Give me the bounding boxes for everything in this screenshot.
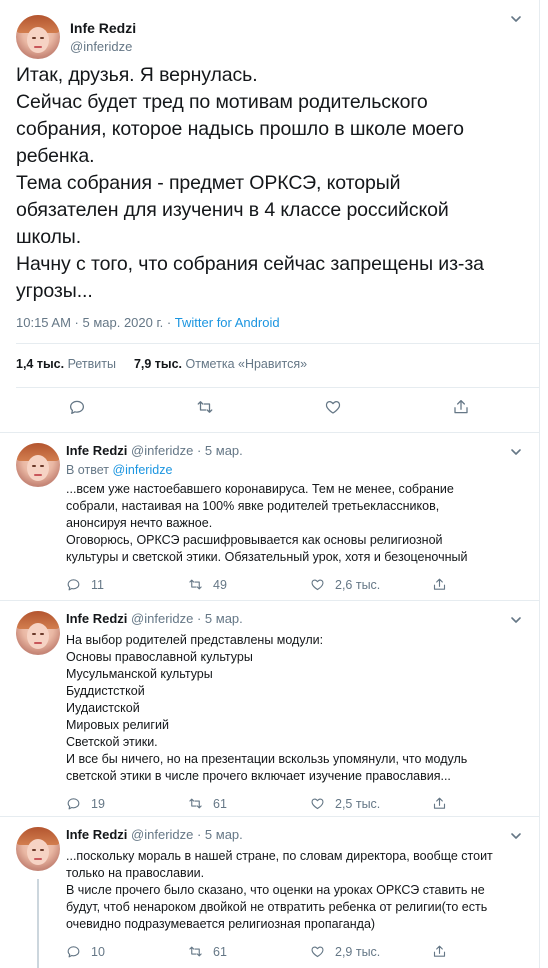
- main-tweet-actions: [68, 398, 470, 416]
- reply-action[interactable]: 19: [66, 796, 188, 811]
- share-action[interactable]: [432, 796, 457, 811]
- chevron-down-icon[interactable]: [509, 12, 523, 26]
- reply-count: 19: [91, 796, 105, 811]
- like-count: 2,6 тыс.: [335, 577, 381, 592]
- reply-icon[interactable]: [66, 577, 81, 592]
- reply-count: 10: [91, 944, 105, 959]
- share-icon[interactable]: [432, 796, 447, 811]
- avatar[interactable]: [16, 827, 60, 871]
- reply-icon[interactable]: [66, 796, 81, 811]
- tweet-line: Тема собрания - предмет ОРКСЭ, который: [16, 172, 401, 194]
- retweet-icon[interactable]: [188, 796, 203, 811]
- author-name[interactable]: Infe Redzi: [66, 443, 127, 458]
- tweet-source[interactable]: Twitter for Android: [175, 315, 280, 330]
- chevron-down-icon[interactable]: [509, 445, 523, 459]
- share-action[interactable]: [432, 944, 457, 959]
- share-icon[interactable]: [432, 577, 447, 592]
- tweet-line: угрозы...: [16, 280, 93, 302]
- likes-stat[interactable]: 7,9 тыс. Отметка «Нравится»: [134, 357, 307, 371]
- retweet-count: 61: [213, 796, 227, 811]
- reply-header: Infe Redzi @inferidze · 5 мар.: [66, 827, 523, 844]
- tweet-line: Итак, друзья. Я вернулась.: [16, 64, 258, 86]
- retweet-icon[interactable]: [188, 577, 203, 592]
- author-name[interactable]: Infe Redzi: [70, 20, 136, 36]
- retweet-count: 49: [213, 577, 227, 592]
- retweet-action[interactable]: 49: [188, 577, 310, 592]
- reply-action[interactable]: 11: [66, 577, 188, 592]
- reply-header: Infe Redzi @inferidze · 5 мар.: [66, 443, 523, 460]
- chevron-down-icon[interactable]: [509, 613, 523, 627]
- heart-icon[interactable]: [324, 398, 342, 416]
- share-icon[interactable]: [452, 398, 470, 416]
- tweet-line: обязателен для изученич в 4 классе росси…: [16, 199, 449, 221]
- tweet-line: ребенка.: [16, 145, 95, 167]
- retweet-action[interactable]: 61: [188, 944, 310, 959]
- reply-actions: 10 61 2,9 тыс.: [66, 944, 523, 959]
- mention-link[interactable]: @inferidze: [112, 463, 172, 477]
- reply-text: ...поскольку мораль в нашей стране, по с…: [66, 849, 493, 931]
- reply-actions: 11 49 2,6 тыс.: [66, 577, 523, 592]
- avatar[interactable]: [16, 14, 60, 59]
- author-handle-date[interactable]: @inferidze · 5 мар.: [131, 827, 243, 842]
- reply-tweet[interactable]: Infe Redzi @inferidze · 5 мар. В ответ @…: [0, 433, 539, 601]
- tweet-line: Сейчас будет тред по мотивам родительско…: [16, 91, 428, 113]
- author-handle-date[interactable]: @inferidze · 5 мар.: [131, 611, 243, 626]
- avatar[interactable]: [16, 611, 60, 655]
- reply-text: На выбор родителей представлены модули: …: [66, 633, 468, 783]
- reply-header: Infe Redzi @inferidze · 5 мар.: [66, 611, 523, 628]
- main-tweet[interactable]: Infe Redzi @inferidze Итак, друзья. Я ве…: [0, 0, 539, 433]
- reply-text: ...всем уже настоебавшего коронавируса. …: [66, 482, 468, 564]
- like-count: 2,5 тыс.: [335, 796, 381, 811]
- like-action[interactable]: 2,9 тыс.: [310, 944, 432, 959]
- tweet-thread-page: Infe Redzi @inferidze Итак, друзья. Я ве…: [0, 0, 540, 968]
- reply-tweet[interactable]: Infe Redzi @inferidze · 5 мар. На выбор …: [0, 601, 539, 817]
- retweet-count: 61: [213, 944, 227, 959]
- tweet-text: Итак, друзья. Я вернулась. Сейчас будет …: [16, 62, 523, 305]
- author-handle[interactable]: @inferidze: [70, 39, 136, 54]
- thread-line: [37, 879, 39, 968]
- reply-action[interactable]: 10: [66, 944, 188, 959]
- reply-count: 11: [91, 577, 104, 592]
- divider: [16, 343, 539, 344]
- in-reply-to: В ответ @inferidze: [66, 463, 173, 477]
- reply-tweet[interactable]: Infe Redzi @inferidze · 5 мар. ...поскол…: [0, 817, 539, 968]
- tweet-line: Начну с того, что собрания сейчас запрещ…: [16, 253, 484, 275]
- author-name[interactable]: Infe Redzi: [66, 611, 127, 626]
- like-action[interactable]: 2,5 тыс.: [310, 796, 432, 811]
- divider: [16, 387, 539, 388]
- heart-icon[interactable]: [310, 944, 325, 959]
- author-handle-date[interactable]: @inferidze · 5 мар.: [131, 443, 243, 458]
- reply-icon[interactable]: [68, 398, 86, 416]
- chevron-down-icon[interactable]: [509, 829, 523, 843]
- reply-actions: 19 61 2,5 тыс.: [66, 796, 523, 811]
- share-action[interactable]: [432, 577, 457, 592]
- retweet-action[interactable]: 61: [188, 796, 310, 811]
- main-tweet-header: Infe Redzi @inferidze: [16, 0, 523, 62]
- tweet-line: школы.: [16, 226, 82, 248]
- avatar[interactable]: [16, 443, 60, 487]
- reply-icon[interactable]: [66, 944, 81, 959]
- tweet-stats: 1,4 тыс. Ретвиты 7,9 тыс. Отметка «Нравит…: [16, 357, 307, 371]
- tweet-timestamp[interactable]: 10:15 AM · 5 мар. 2020 г. ·: [16, 315, 175, 330]
- author-name[interactable]: Infe Redzi: [66, 827, 127, 842]
- tweet-meta: 10:15 AM · 5 мар. 2020 г. · Twitter for …: [16, 315, 523, 330]
- heart-icon[interactable]: [310, 577, 325, 592]
- tweet-line: собрания, которое надысь прошло в школе …: [16, 118, 464, 140]
- like-action[interactable]: 2,6 тыс.: [310, 577, 432, 592]
- heart-icon[interactable]: [310, 796, 325, 811]
- like-count: 2,9 тыс.: [335, 944, 381, 959]
- retweet-icon[interactable]: [196, 398, 214, 416]
- share-icon[interactable]: [432, 944, 447, 959]
- retweet-icon[interactable]: [188, 944, 203, 959]
- retweets-stat[interactable]: 1,4 тыс. Ретвиты: [16, 357, 116, 371]
